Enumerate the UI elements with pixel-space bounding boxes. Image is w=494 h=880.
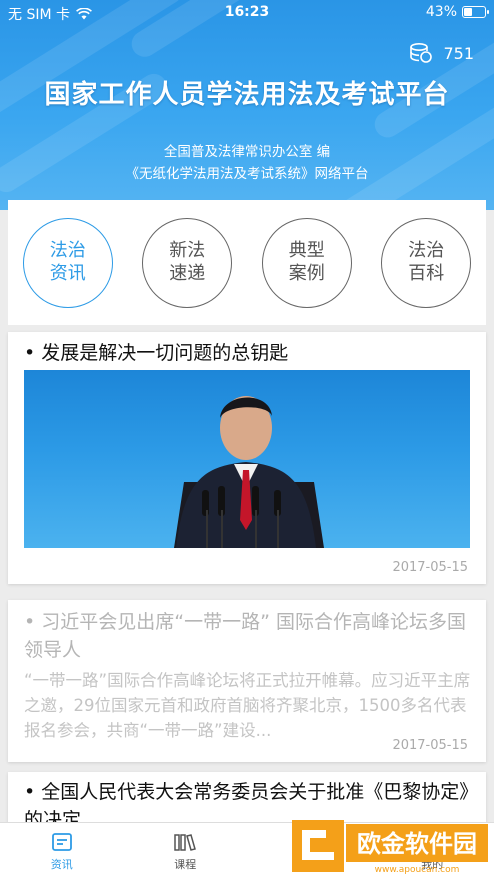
category-legal-encyclopedia[interactable]: 法治 百科	[381, 217, 472, 308]
watermark-logo: 欧金软件园 www.apoucan.com	[292, 820, 488, 875]
points-badge[interactable]: 751	[409, 42, 474, 64]
category-nav: 法治 资讯 新法 速递 典型 案例 法治 百科	[8, 200, 486, 325]
article-date: 2017-05-15	[392, 560, 468, 575]
tab-courses[interactable]: 课程	[124, 823, 248, 880]
category-label: 速递	[169, 262, 206, 284]
category-label: 百科	[408, 262, 445, 284]
svg-text:欧金软件园: 欧金软件园	[357, 830, 477, 858]
clock: 16:23	[224, 4, 270, 20]
category-label: 法治	[408, 240, 445, 261]
tab-label: 课程	[174, 857, 197, 871]
category-label: 资讯	[49, 262, 86, 284]
platform-line: 《无纸化学法用法及考试系统》网络平台	[125, 166, 369, 182]
article-date: 2017-05-15	[392, 738, 468, 753]
status-bar: 无 SIM 卡 16:23 43%	[0, 0, 494, 26]
speaker-illustration	[174, 396, 324, 548]
article-photo	[24, 370, 470, 548]
article-summary: “一带一路”国际合作高峰论坛将正式拉开帷幕。应习近平主席之邀，29位国家元首和政…	[24, 671, 471, 740]
article-card[interactable]: • 发展是解决一切问题的总钥匙 2017-05-15	[8, 332, 486, 584]
header-banner: 无 SIM 卡 16:23 43% 751 国家工作人员学法用法及考试平台 全国…	[0, 0, 494, 210]
tab-label: 资讯	[50, 857, 73, 871]
books-icon	[174, 833, 197, 851]
battery-percent: 43%	[425, 4, 457, 20]
news-icon	[51, 832, 72, 851]
article-title: • 发展是解决一切问题的总钥匙	[24, 342, 289, 364]
points-value: 751	[443, 43, 474, 63]
category-legal-news[interactable]: 法治 资讯	[22, 217, 113, 308]
category-label: 典型	[288, 240, 325, 261]
coins-icon	[410, 42, 433, 63]
publisher-line: 全国普及法律常识办公室 编	[163, 144, 331, 160]
battery-level	[464, 8, 472, 16]
tab-news[interactable]: 资讯	[0, 823, 124, 880]
watermark: 欧金软件园 www.apoucan.com	[292, 816, 488, 876]
category-typical-cases[interactable]: 典型 案例	[261, 217, 352, 308]
article-title: • 习近平会见出席“一带一路” 国际合作高峰论坛多国领导人	[24, 611, 466, 661]
category-label: 案例	[288, 262, 325, 284]
app-title: 国家工作人员学法用法及考试平台	[44, 80, 450, 110]
battery-icon	[462, 6, 489, 18]
svg-text:www.apoucan.com: www.apoucan.com	[375, 865, 460, 875]
category-label: 新法	[169, 240, 206, 261]
article-card[interactable]: • 习近平会见出席“一带一路” 国际合作高峰论坛多国领导人 “一带一路”国际合作…	[8, 600, 486, 762]
category-label: 法治	[49, 240, 86, 261]
category-new-laws[interactable]: 新法 速递	[142, 217, 233, 308]
